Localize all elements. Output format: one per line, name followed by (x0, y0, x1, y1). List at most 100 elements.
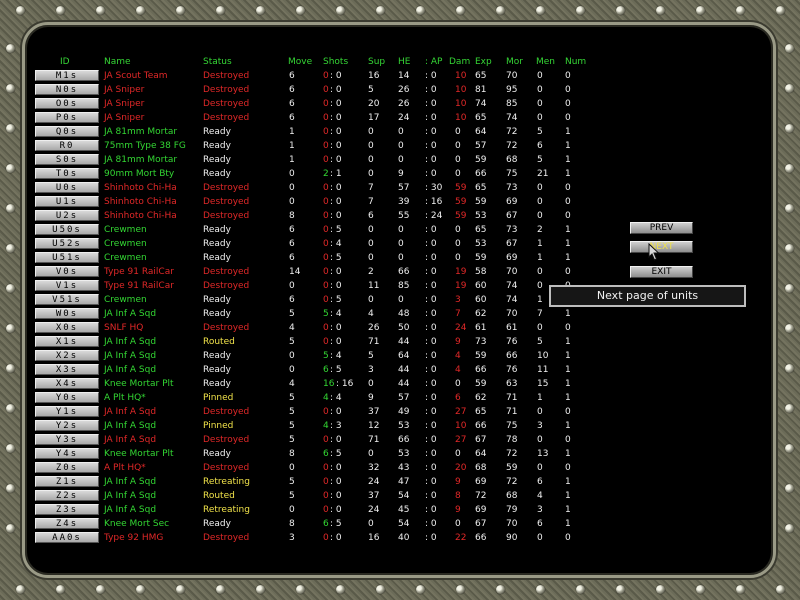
bolt-icon (736, 6, 745, 15)
unit-sup: 20 (368, 99, 380, 109)
unit-num: 0 (565, 197, 571, 207)
unit-id-button[interactable]: Z4s (35, 518, 99, 529)
bolt-icon (776, 585, 785, 594)
unit-exp: 69 (475, 505, 487, 515)
unit-id-button[interactable]: Y2s (35, 420, 99, 431)
unit-id-button[interactable]: Q0s (35, 126, 99, 137)
unit-dam: 19 (455, 281, 467, 291)
unit-status: Ready (203, 155, 231, 165)
unit-status: Destroyed (203, 463, 250, 473)
unit-men: 3 (537, 421, 543, 431)
unit-id-button[interactable]: O0s (35, 98, 99, 109)
unit-id-button[interactable]: Y1s (35, 406, 99, 417)
unit-move: 1 (289, 141, 295, 151)
unit-sup: 16 (368, 71, 380, 81)
unit-id-button[interactable]: U2s (35, 210, 99, 221)
unit-mor: 67 (506, 211, 518, 221)
unit-id-button[interactable]: X1s (35, 336, 99, 347)
unit-name: JA Inf A Sqd (104, 491, 157, 501)
exit-button[interactable]: EXIT (630, 266, 693, 278)
unit-sup: 0 (368, 239, 374, 249)
unit-move: 5 (289, 407, 295, 417)
unit-ap: : 0 (425, 463, 437, 473)
bolt-icon (56, 585, 65, 594)
unit-exp: 64 (475, 449, 487, 459)
unit-mor: 74 (506, 295, 518, 305)
unit-id-button[interactable]: AA0s (35, 532, 99, 543)
unit-ap: : 0 (425, 505, 437, 515)
unit-dam: 24 (455, 323, 467, 333)
unit-id-button[interactable]: X0s (35, 322, 99, 333)
header-dam: Dam (449, 57, 471, 67)
unit-id-button[interactable]: P0s (35, 112, 99, 123)
unit-shots-fired: 16 (323, 379, 335, 389)
unit-id-button[interactable]: Z3s (35, 504, 99, 515)
unit-shots-left: : 0 (330, 435, 342, 445)
unit-id-button[interactable]: Z0s (35, 462, 99, 473)
bolt-icon (536, 6, 545, 15)
unit-sup: 0 (368, 169, 374, 179)
unit-name: JA 81mm Mortar (104, 155, 178, 165)
unit-status: Destroyed (203, 85, 250, 95)
unit-id-button[interactable]: T0s (35, 168, 99, 179)
unit-status: Destroyed (203, 113, 250, 123)
bolt-icon (296, 6, 305, 15)
unit-ap: : 0 (425, 239, 437, 249)
unit-exp: 61 (475, 323, 487, 333)
unit-id-button[interactable]: M1s (35, 70, 99, 81)
unit-men: 0 (537, 113, 543, 123)
unit-id-button[interactable]: X4s (35, 378, 99, 389)
unit-id-button[interactable]: S0s (35, 154, 99, 165)
unit-id-button[interactable]: Y3s (35, 434, 99, 445)
next-button[interactable]: NEXT (630, 241, 693, 253)
unit-shots-left: : 5 (330, 449, 342, 459)
unit-id-button[interactable]: V0s (35, 266, 99, 277)
unit-id-button[interactable]: U50s (35, 224, 99, 235)
unit-sup: 4 (368, 309, 374, 319)
unit-men: 0 (537, 183, 543, 193)
unit-dam: 27 (455, 435, 467, 445)
unit-id-button[interactable]: X2s (35, 350, 99, 361)
header-he: HE (398, 57, 411, 67)
unit-id-button[interactable]: U51s (35, 252, 99, 263)
unit-men: 0 (537, 211, 543, 221)
unit-name: JA Sniper (104, 99, 145, 109)
unit-id-button[interactable]: U52s (35, 238, 99, 249)
unit-id-button[interactable]: X3s (35, 364, 99, 375)
unit-id-button[interactable]: U0s (35, 182, 99, 193)
unit-shots-fired: 0 (323, 253, 329, 263)
unit-shots-fired: 0 (323, 113, 329, 123)
unit-dam: 7 (455, 309, 461, 319)
unit-id-button[interactable]: N0s (35, 84, 99, 95)
unit-he: 48 (398, 309, 410, 319)
prev-button[interactable]: PREV (630, 222, 693, 234)
unit-exp: 62 (475, 393, 487, 403)
unit-mor: 70 (506, 309, 518, 319)
unit-move: 5 (289, 309, 295, 319)
unit-id-button[interactable]: U1s (35, 196, 99, 207)
unit-dam: 0 (455, 239, 461, 249)
unit-move: 0 (289, 281, 295, 291)
unit-mor: 67 (506, 239, 518, 249)
unit-dam: 6 (455, 393, 461, 403)
unit-shots-fired: 0 (323, 85, 329, 95)
unit-ap: : 0 (425, 449, 437, 459)
unit-id-button[interactable]: W0s (35, 308, 99, 319)
unit-id-button[interactable]: R0 (35, 140, 99, 151)
unit-exp: 53 (475, 211, 487, 221)
unit-men: 5 (537, 127, 543, 137)
unit-id-button[interactable]: V1s (35, 280, 99, 291)
unit-id-button[interactable]: Z1s (35, 476, 99, 487)
unit-id-button[interactable]: Y4s (35, 448, 99, 459)
unit-exp: 66 (475, 365, 487, 375)
unit-mor: 75 (506, 421, 518, 431)
unit-shots-fired: 0 (323, 337, 329, 347)
unit-id-button[interactable]: Y0s (35, 392, 99, 403)
bolt-icon (456, 6, 465, 15)
unit-name: Crewmen (104, 253, 147, 263)
table-row: Z1s JA Inf A Sqd Retreating 5 0: 0 24 47: 0 9 69… (0, 475, 800, 489)
header-sup: Sup (368, 57, 386, 67)
unit-id-button[interactable]: V51s (35, 294, 99, 305)
unit-name: SNLF HQ (104, 323, 144, 333)
unit-id-button[interactable]: Z2s (35, 490, 99, 501)
